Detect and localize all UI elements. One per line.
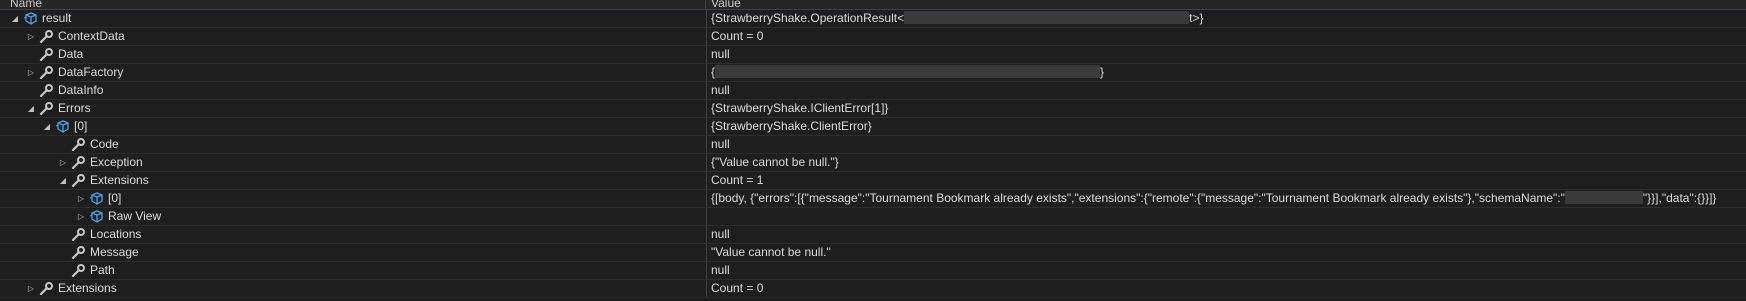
value-text: Count = 0	[711, 281, 764, 295]
value-cell[interactable]: null	[706, 46, 1746, 63]
watch-tree: ◢ result {StrawberryShake.OperationResul…	[0, 10, 1746, 298]
triangle-down-icon[interactable]: ◢	[26, 100, 36, 117]
value-cell[interactable]: {}	[706, 64, 1746, 81]
triangle-right-icon[interactable]: ▷	[76, 208, 86, 225]
tree-row-label: DataFactory	[58, 65, 124, 79]
value-text: null	[711, 47, 730, 61]
tree-row-message[interactable]: Message "Value cannot be null."	[0, 244, 1746, 262]
value-text: t>}	[1189, 11, 1204, 25]
tree-row-errors[interactable]: ◢ Errors {StrawberryShake.IClientError[1…	[0, 100, 1746, 118]
triangle-right-icon[interactable]: ▷	[76, 190, 86, 207]
wrench-icon	[39, 84, 53, 97]
tree-row-label: Locations	[90, 227, 142, 241]
value-cell[interactable]: {"Value cannot be null."}	[706, 154, 1746, 171]
value-text: {StrawberryShake.IClientError[1]}	[711, 101, 889, 115]
value-text: null	[711, 83, 730, 97]
tree-row-result-extensions[interactable]: ▷ Extensions Count = 0	[0, 280, 1746, 298]
tree-row-raw-view[interactable]: ▷ Raw View	[0, 208, 1746, 226]
tree-row-label: Code	[90, 137, 119, 151]
tree-row-datainfo[interactable]: DataInfo null	[0, 82, 1746, 100]
redacted-block	[715, 65, 1101, 79]
value-text: Count = 0	[711, 29, 764, 43]
object-cube-icon	[55, 120, 69, 133]
value-column-header[interactable]: Value	[711, 0, 741, 9]
value-cell[interactable]	[706, 208, 1746, 225]
tree-row-contextdata[interactable]: ▷ ContextData Count = 0	[0, 28, 1746, 46]
tree-row-exception[interactable]: ▷ Exception {"Value cannot be null."}	[0, 154, 1746, 172]
tree-row-locations[interactable]: Locations null	[0, 226, 1746, 244]
value-text: "Value cannot be null."	[711, 245, 831, 259]
value-text: {"Value cannot be null."}	[711, 155, 839, 169]
value-cell[interactable]: null	[706, 262, 1746, 279]
value-cell[interactable]: {StrawberryShake.OperationResult< t>}	[706, 10, 1746, 27]
tree-row-label: Data	[58, 47, 84, 61]
tree-row-datafactory[interactable]: ▷ DataFactory {}	[0, 64, 1746, 82]
value-cell[interactable]: Count = 0	[706, 28, 1746, 45]
tree-row-label: Errors	[58, 101, 91, 115]
tree-row-label: DataInfo	[58, 83, 104, 97]
value-text: null	[711, 263, 730, 277]
value-cell[interactable]: null	[706, 82, 1746, 99]
value-cell[interactable]: {StrawberryShake.ClientError}	[706, 118, 1746, 135]
value-text: {StrawberryShake.OperationResult<	[711, 11, 905, 25]
wrench-icon	[71, 264, 85, 277]
wrench-icon	[71, 174, 85, 187]
column-separator[interactable]	[705, 0, 706, 9]
tree-row-label: Exception	[90, 155, 143, 169]
tree-row-extensions[interactable]: ◢ Extensions Count = 1	[0, 172, 1746, 190]
triangle-down-icon[interactable]: ◢	[42, 118, 52, 135]
wrench-icon	[71, 228, 85, 241]
tree-row-label: ContextData	[58, 29, 125, 43]
value-cell[interactable]: Count = 1	[706, 172, 1746, 189]
value-cell[interactable]: null	[706, 226, 1746, 243]
tree-row-label: Message	[90, 245, 139, 259]
wrench-icon	[39, 102, 53, 115]
object-cube-icon	[23, 12, 37, 25]
wrench-icon	[39, 48, 53, 61]
object-cube-icon	[89, 210, 103, 223]
value-text: "}}],"data":{}}]}	[1642, 191, 1717, 205]
tree-row-label: Raw View	[108, 209, 162, 223]
value-cell[interactable]: null	[706, 136, 1746, 153]
value-text: null	[711, 137, 730, 151]
triangle-right-icon[interactable]: ▷	[26, 28, 36, 45]
wrench-icon	[39, 30, 53, 43]
name-column-header[interactable]: Name	[10, 0, 42, 9]
value-cell[interactable]: "Value cannot be null."	[706, 244, 1746, 261]
tree-row-errors-0[interactable]: ◢ [0] {StrawberryShake.ClientError}	[0, 118, 1746, 136]
wrench-icon	[39, 66, 53, 79]
value-text: {[body, {"errors":[{"message":"Tournamen…	[711, 191, 1565, 205]
value-text: Count = 1	[711, 173, 764, 187]
tree-row-label: result	[42, 11, 72, 25]
tree-row-extensions-0[interactable]: ▷ [0] {[body, {"errors":[{"message":"Tou…	[0, 190, 1746, 208]
tree-row-code[interactable]: Code null	[0, 136, 1746, 154]
tree-row-result[interactable]: ◢ result {StrawberryShake.OperationResul…	[0, 10, 1746, 28]
triangle-right-icon[interactable]: ▷	[58, 154, 68, 171]
value-text: }	[1100, 65, 1105, 79]
value-cell[interactable]: {StrawberryShake.IClientError[1]}	[706, 100, 1746, 117]
triangle-down-icon[interactable]: ◢	[58, 172, 68, 189]
value-text: null	[711, 227, 730, 241]
object-cube-icon	[89, 192, 103, 205]
tree-row-label: [0]	[108, 191, 122, 205]
wrench-icon	[71, 246, 85, 259]
column-header: Name Value	[0, 0, 1746, 10]
tree-row-label: Path	[90, 263, 115, 277]
redacted-block	[1564, 191, 1643, 205]
wrench-icon	[71, 156, 85, 169]
tree-row-data[interactable]: Data null	[0, 46, 1746, 64]
triangle-down-icon[interactable]: ◢	[10, 10, 20, 27]
tree-row-path[interactable]: Path null	[0, 262, 1746, 280]
tree-row-label: [0]	[74, 119, 88, 133]
tree-row-label: Extensions	[90, 173, 149, 187]
wrench-icon	[71, 138, 85, 151]
value-text: {StrawberryShake.ClientError}	[711, 119, 872, 133]
triangle-right-icon[interactable]: ▷	[26, 64, 36, 81]
value-cell[interactable]: {[body, {"errors":[{"message":"Tournamen…	[706, 190, 1746, 207]
redacted-block	[904, 11, 1190, 25]
